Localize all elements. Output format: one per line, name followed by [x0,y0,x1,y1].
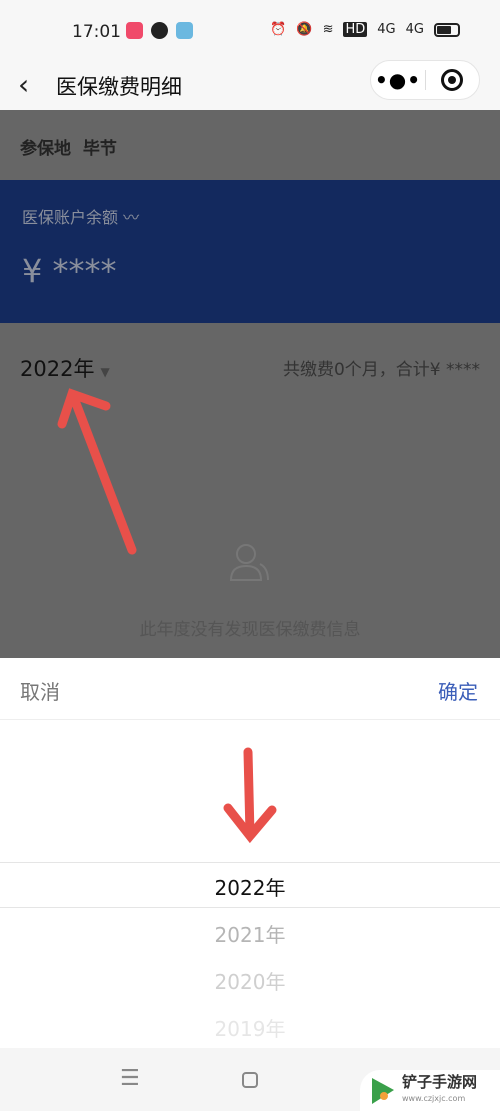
nav-bar: ‹ 医保缴费明细 •●• [0,60,500,110]
video-app-icon [126,22,143,39]
system-nav-bar: ☰ 铲子手游网 www.czjxjc.com [0,1048,500,1111]
location-value: 毕节 [82,139,117,159]
location-label: 参保地 [20,139,71,159]
year-filter-row: 2022年 ▼ 共缴费0个月，合计¥ **** [0,323,500,403]
status-bar: 17:01 ⏰ 🔕 ≋ HD 4G 4G [0,0,500,62]
page-title: 医保缴费明细 [56,75,182,99]
cancel-button[interactable]: 取消 [20,676,60,705]
caret-down-icon: ▼ [100,365,110,379]
picker-option[interactable]: 2020年 [0,966,500,995]
menu-icon[interactable]: ☰ [120,1066,140,1091]
more-button[interactable]: •●• [371,68,425,92]
year-picker-sheet: 取消 确定 2022年 2021年 2020年 2019年 [0,658,500,1048]
mute-icon: 🔕 [296,22,313,37]
logo-icon [372,1077,394,1104]
picker-option[interactable]: 2019年 [0,1013,500,1042]
app-icon [176,22,193,39]
user-icon [229,544,269,581]
picker-option[interactable]: 2022年 [0,872,500,901]
empty-state-text: 此年度没有发现医保缴费信息 [139,620,361,640]
hd-icon: HD [343,22,368,37]
watermark-name: 铲子手游网 [402,1073,478,1091]
balance-label: 医保账户余额 [22,208,119,227]
battery-icon [434,22,460,37]
payment-summary: 共缴费0个月，合计¥ **** [282,360,480,380]
dimmed-overlay[interactable]: 参保地 毕节 医保账户余额 〰 ¥ **** 2022年 ▼ 共缴费0个月，合计¥… [0,110,500,658]
home-icon[interactable] [242,1072,258,1088]
picker-option[interactable]: 2021年 [0,919,500,948]
balance-amount: ¥ **** [22,252,117,290]
insured-location: 参保地 毕节 [0,110,500,180]
wechat-icon [151,22,168,39]
watermark-url: www.czjxjc.com [402,1094,466,1103]
wifi-icon: ≋ [322,22,334,37]
account-balance-card: 医保账户余额 〰 ¥ **** [0,180,500,323]
eye-closed-icon[interactable]: 〰 [123,208,139,227]
miniprogram-capsule: •●• [370,60,480,100]
watermark-logo: 铲子手游网 www.czjxjc.com [360,1070,500,1111]
close-miniprogram-button[interactable] [426,69,479,91]
back-icon[interactable]: ‹ [18,68,29,101]
4g-signal-icon: 4G [405,22,424,37]
alarm-icon: ⏰ [270,22,287,37]
clock: 17:01 [72,22,121,42]
year-value: 2022年 [20,357,95,381]
4g-signal-icon: 4G [377,22,396,37]
confirm-button[interactable]: 确定 [438,676,478,705]
year-selector[interactable]: 2022年 ▼ [20,353,110,383]
target-icon [441,69,464,91]
